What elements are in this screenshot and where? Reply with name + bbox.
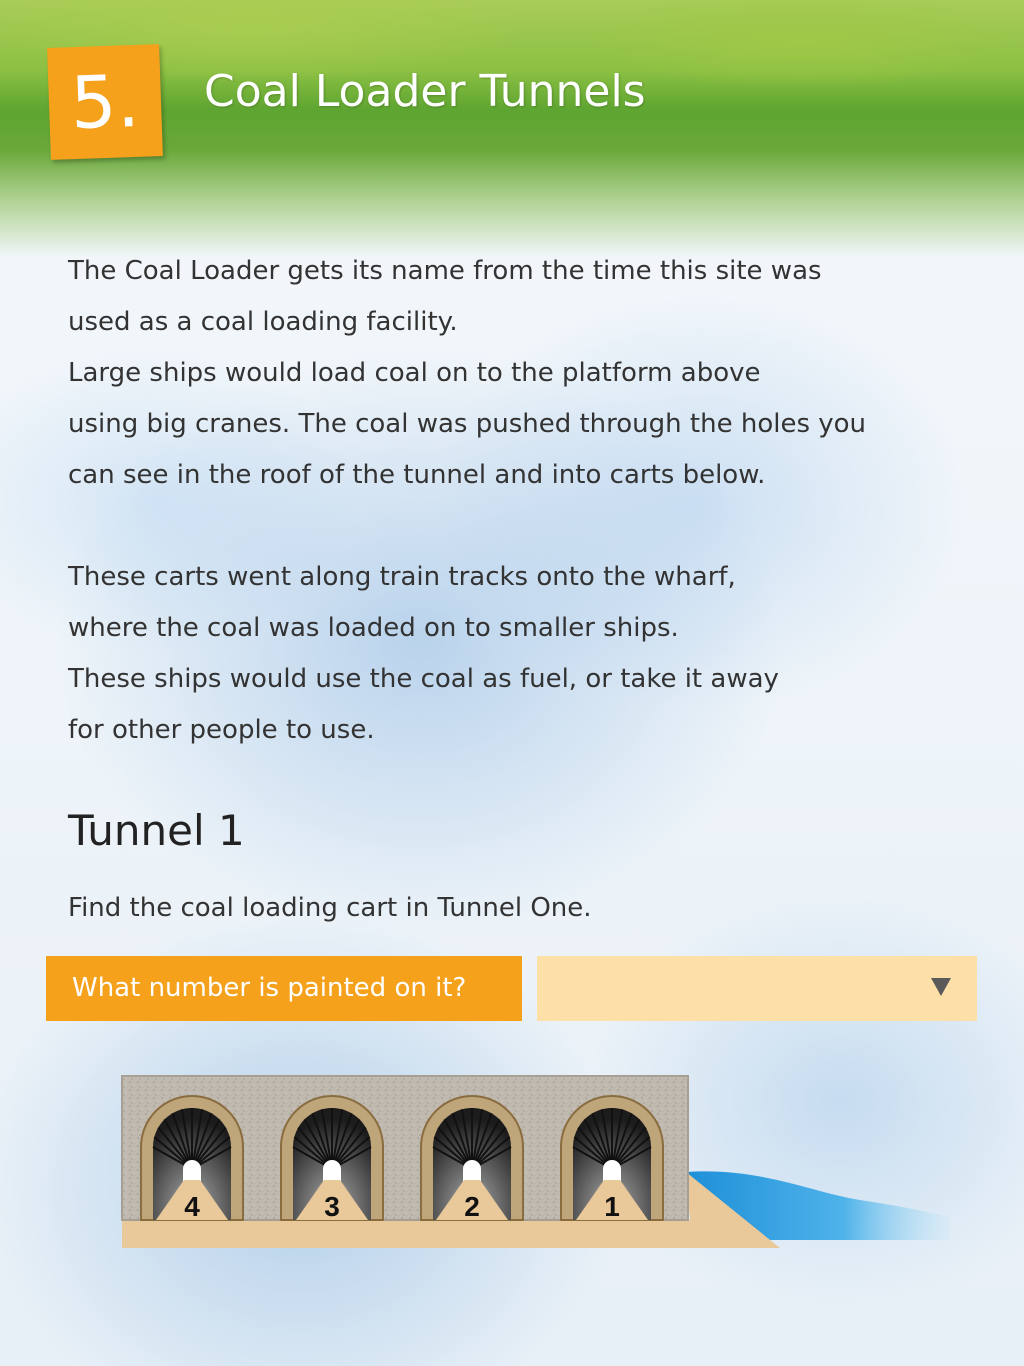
chevron-down-icon	[931, 978, 951, 996]
details-line: These carts went along train tracks onto…	[68, 562, 736, 592]
details-line: where the coal was loaded on to smaller …	[68, 613, 679, 643]
step-number: 5.	[69, 58, 141, 146]
tunnel-number-label: 2	[464, 1191, 480, 1222]
intro-line: can see in the roof of the tunnel and in…	[68, 460, 766, 490]
tunnel-3: 3	[280, 1095, 384, 1222]
tunnel-number-label: 3	[324, 1191, 340, 1222]
page-title: Coal Loader Tunnels	[204, 66, 646, 117]
intro-paragraph: The Coal Loader gets its name from the t…	[68, 246, 958, 501]
question-label: What number is painted on it?	[46, 956, 522, 1021]
answer-dropdown[interactable]	[537, 956, 977, 1021]
details-line: These ships would use the coal as fuel, …	[68, 664, 779, 694]
tunnel-1: 1	[560, 1095, 664, 1222]
step-badge: 5.	[47, 44, 163, 160]
details-paragraph: These carts went along train tracks onto…	[68, 552, 958, 756]
tunnel-number-label: 4	[184, 1191, 200, 1222]
intro-line: using big cranes. The coal was pushed th…	[68, 409, 867, 439]
tunnel-2: 2	[420, 1095, 524, 1222]
intro-line: Large ships would load coal on to the pl…	[68, 358, 761, 388]
intro-line: used as a coal loading facility.	[68, 307, 458, 337]
tunnel-4: 4	[140, 1095, 244, 1222]
tunnels-diagram: 4 3 2 1	[121, 1075, 950, 1248]
section-title: Tunnel 1	[68, 806, 245, 855]
instruction-text: Find the coal loading cart in Tunnel One…	[68, 893, 592, 923]
intro-line: The Coal Loader gets its name from the t…	[68, 256, 822, 286]
tunnel-number-label: 1	[604, 1191, 620, 1222]
details-line: for other people to use.	[68, 715, 375, 745]
